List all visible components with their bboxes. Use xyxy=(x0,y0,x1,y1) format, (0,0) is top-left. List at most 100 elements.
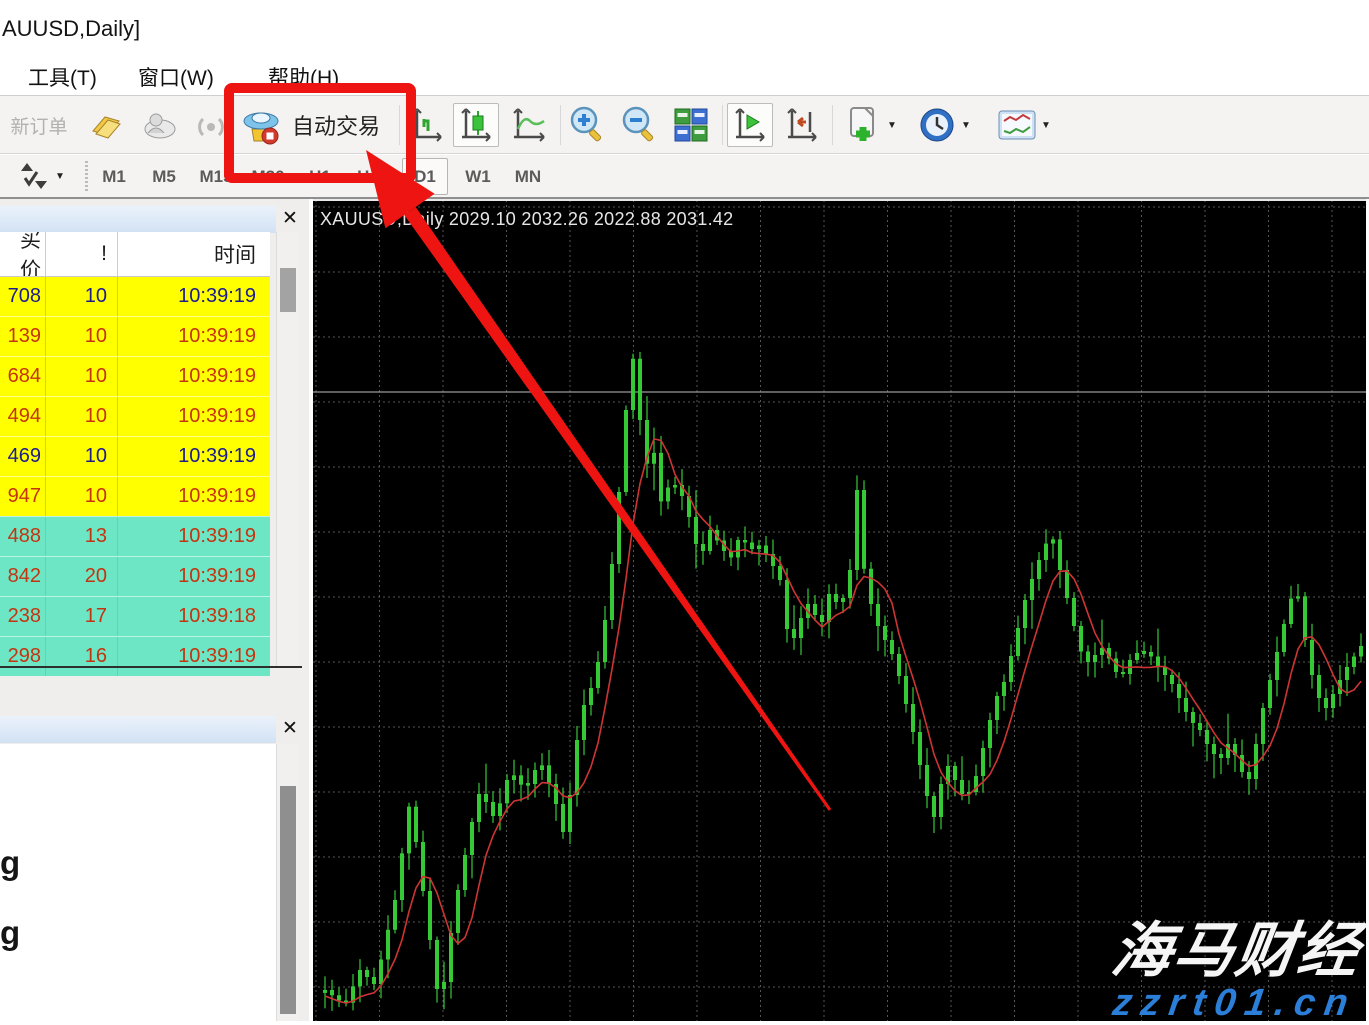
new-order-label: 新订单 xyxy=(10,112,67,139)
column-header-time[interactable]: 时间 xyxy=(118,232,270,276)
market-watch-row[interactable]: 7081010:39:19 xyxy=(0,277,270,316)
annotation-highlight-box xyxy=(224,83,416,183)
symbols-sort-icon xyxy=(17,160,51,192)
time-cell: 10:39:19 xyxy=(118,557,270,596)
navigator-header xyxy=(0,716,276,743)
market-watch-row[interactable]: 9471010:39:19 xyxy=(0,476,270,516)
market-watch-row[interactable]: 4941010:39:19 xyxy=(0,396,270,436)
publisher-icon xyxy=(141,109,179,141)
market-watch-row[interactable]: 8422010:39:19 xyxy=(0,556,270,596)
price-chart[interactable] xyxy=(313,200,1369,1021)
menu-item[interactable]: 工具(T) xyxy=(28,62,97,92)
ask-cell: 488 xyxy=(0,517,46,556)
chart-shift-button[interactable] xyxy=(779,103,825,147)
timeframe-button-m1[interactable]: M1 xyxy=(95,158,133,195)
toolbar-separator xyxy=(560,105,561,145)
close-icon[interactable]: ✕ xyxy=(280,718,300,738)
chevron-down-icon: ▼ xyxy=(887,120,897,131)
auto-scroll-icon xyxy=(732,107,768,143)
scrollbar-thumb[interactable] xyxy=(280,786,296,1014)
market-watch-row[interactable]: 4881310:39:19 xyxy=(0,516,270,556)
market-watch-header xyxy=(0,206,276,233)
watermark-brand: 海马财经 xyxy=(1107,902,1367,989)
chart-shift-icon xyxy=(784,107,820,143)
ask-cell: 684 xyxy=(0,357,46,396)
clipped-text: g xyxy=(0,914,20,952)
market-watch-button[interactable] xyxy=(84,103,130,147)
spread-cell: 10 xyxy=(46,357,118,396)
periods-button[interactable]: ▼ xyxy=(912,103,976,147)
market-watch-scrollbar[interactable] xyxy=(276,232,298,666)
new-order-button[interactable]: 新订单 xyxy=(6,103,72,147)
timeframe-button-mn[interactable]: MN xyxy=(505,158,551,195)
new-chart-button[interactable]: ▼ xyxy=(840,103,902,147)
time-cell: 10:39:19 xyxy=(118,637,270,676)
templates-icon xyxy=(997,107,1037,143)
zoom-out-button[interactable] xyxy=(616,103,662,147)
line-chart-button[interactable] xyxy=(506,103,552,147)
line-chart-icon xyxy=(510,107,548,143)
market-watch-table: 买价 ! 时间 7081010:39:191391010:39:19684101… xyxy=(0,232,270,676)
spread-cell: 20 xyxy=(46,557,118,596)
menu-bar: 工具(T)窗口(W)帮助(H) xyxy=(0,58,1369,95)
ask-cell: 238 xyxy=(0,597,46,636)
market-watch-column-headers: 买价 ! 时间 xyxy=(0,232,270,277)
menu-item[interactable]: 窗口(W) xyxy=(138,62,214,92)
time-cell: 10:39:19 xyxy=(118,357,270,396)
toolbar-separator xyxy=(832,105,833,145)
spread-cell: 17 xyxy=(46,597,118,636)
candle-chart-icon xyxy=(458,107,494,143)
column-header-ask[interactable]: 买价 xyxy=(0,232,46,276)
templates-button[interactable]: ▼ xyxy=(992,103,1056,147)
chevron-down-icon: ▼ xyxy=(1041,120,1051,131)
market-watch-row[interactable]: 2981610:39:19 xyxy=(0,636,270,676)
time-cell: 10:39:19 xyxy=(118,477,270,516)
ask-cell: 298 xyxy=(0,637,46,676)
timeframe-button-m5[interactable]: M5 xyxy=(145,158,183,195)
ask-cell: 139 xyxy=(0,317,46,356)
spread-cell: 10 xyxy=(46,437,118,476)
auto-scroll-button[interactable] xyxy=(727,103,773,147)
navigator-content: g g xyxy=(0,744,276,1021)
time-cell: 10:39:19 xyxy=(118,437,270,476)
window-titlebar: AUUSD,Daily] xyxy=(0,0,1369,58)
toolbar-grip[interactable] xyxy=(85,161,88,193)
zoom-in-button[interactable] xyxy=(564,103,610,147)
ask-cell: 947 xyxy=(0,477,46,516)
market-watch-body: 7081010:39:191391010:39:196841010:39:194… xyxy=(0,277,270,676)
chart-window[interactable]: XAUUSD,Daily 2029.10 2032.26 2022.88 203… xyxy=(313,200,1369,1021)
time-cell: 10:39:19 xyxy=(118,397,270,436)
zoom-out-icon xyxy=(619,105,659,145)
time-cell: 10:39:19 xyxy=(118,517,270,556)
panel-divider xyxy=(0,666,302,668)
tile-windows-button[interactable] xyxy=(668,103,714,147)
spread-cell: 13 xyxy=(46,517,118,556)
market-watch-row[interactable]: 1391010:39:19 xyxy=(0,316,270,356)
time-cell: 10:39:18 xyxy=(118,597,270,636)
navigator-scrollbar[interactable] xyxy=(276,744,298,1021)
chart-border-left xyxy=(309,199,313,1021)
symbols-button[interactable]: ▼ xyxy=(10,157,72,195)
column-header-spread[interactable]: ! xyxy=(46,232,118,276)
left-panel-region: ✕ 买价 ! 时间 7081010:39:191391010:39:196841… xyxy=(0,199,313,1021)
new-chart-icon xyxy=(845,105,883,145)
ask-cell: 708 xyxy=(0,277,46,316)
watermark-url: zzrt01.cn xyxy=(1110,982,1360,1025)
timeframe-button-w1[interactable]: W1 xyxy=(455,158,501,195)
spread-cell: 10 xyxy=(46,277,118,316)
time-cell: 10:39:19 xyxy=(118,317,270,356)
market-watch-row[interactable]: 6841010:39:19 xyxy=(0,356,270,396)
ask-cell: 842 xyxy=(0,557,46,596)
chevron-down-icon: ▼ xyxy=(961,120,971,131)
close-icon[interactable]: ✕ xyxy=(280,208,300,228)
clipped-text: g xyxy=(0,844,20,882)
candlestick-chart-button[interactable] xyxy=(453,103,499,147)
ask-cell: 494 xyxy=(0,397,46,436)
time-cell: 10:39:19 xyxy=(118,277,270,316)
periods-icon xyxy=(917,105,957,145)
market-watch-row[interactable]: 2381710:39:18 xyxy=(0,596,270,636)
publisher-button[interactable] xyxy=(136,103,184,147)
scrollbar-thumb[interactable] xyxy=(280,268,296,312)
market-watch-row[interactable]: 4691010:39:19 xyxy=(0,436,270,476)
spread-cell: 10 xyxy=(46,397,118,436)
